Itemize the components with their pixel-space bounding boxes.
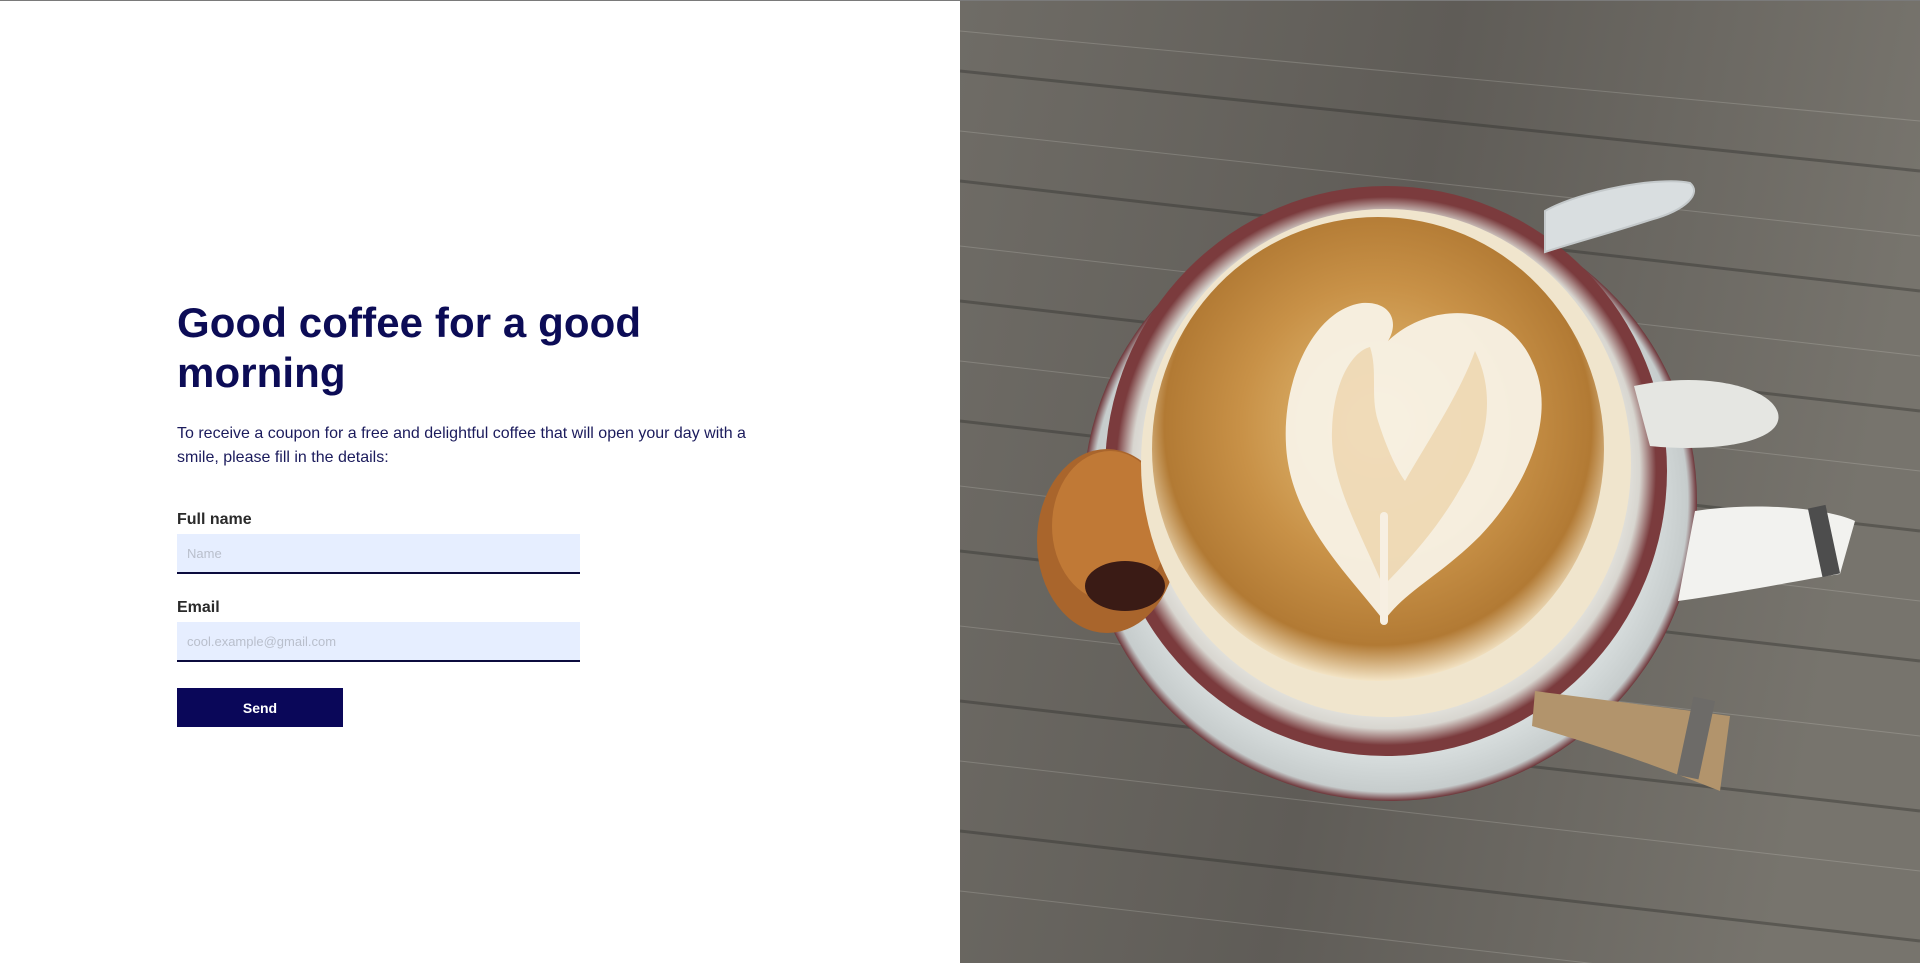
coupon-page: Good coffee for a good morning To receiv… <box>0 0 1920 963</box>
send-button[interactable]: Send <box>177 688 343 727</box>
full-name-input[interactable] <box>177 534 580 574</box>
form-content: Good coffee for a good morning To receiv… <box>177 298 797 727</box>
coffee-photo <box>960 1 1920 963</box>
form-panel: Good coffee for a good morning To receiv… <box>0 1 960 963</box>
email-label: Email <box>177 599 220 616</box>
full-name-label: Full name <box>177 511 252 528</box>
coffee-photo-illustration <box>960 1 1920 963</box>
email-input[interactable] <box>177 622 580 662</box>
page-title: Good coffee for a good morning <box>177 299 642 396</box>
intro-text: To receive a coupon for a free and delig… <box>177 425 746 466</box>
